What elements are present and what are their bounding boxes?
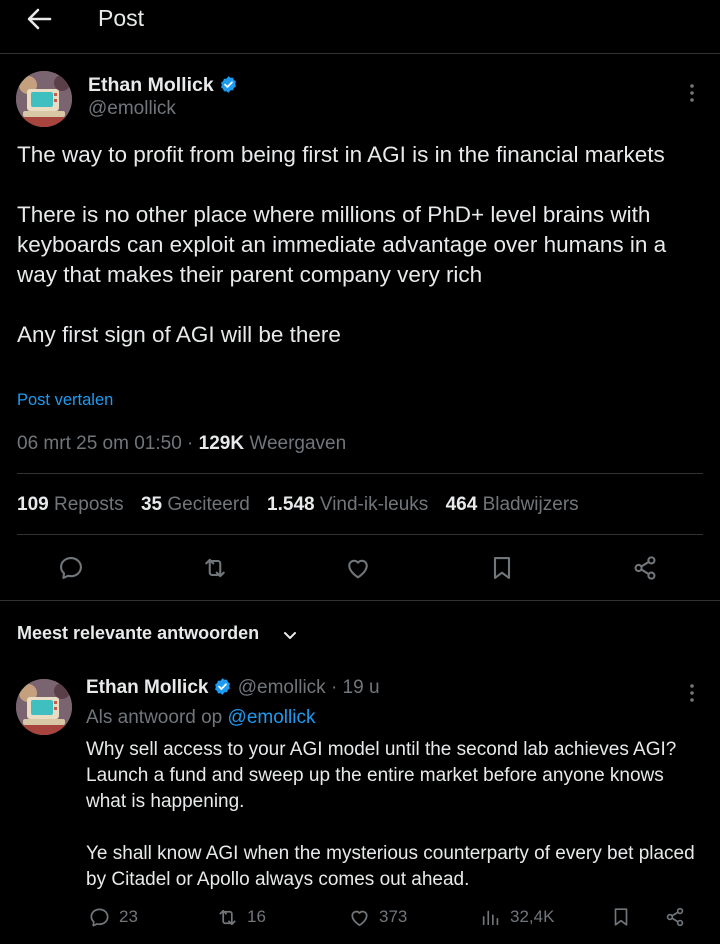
reply-author-name[interactable]: Ethan Mollick [86, 677, 208, 698]
translate-post-link[interactable]: Post vertalen [17, 391, 113, 410]
reply-action-bar: 23 16 373 32,4K [0, 902, 720, 932]
avatar[interactable] [16, 71, 72, 127]
reposts-count: 109 [17, 494, 49, 515]
divider [0, 600, 720, 601]
author-name-row: Ethan Mollick [88, 74, 238, 99]
reply-avatar[interactable] [16, 679, 72, 735]
reply-body: Why sell access to your AGI model until … [86, 737, 706, 919]
reply-paragraph: Ye shall know AGI when the mysterious co… [86, 843, 695, 890]
reply-icon[interactable] [57, 554, 85, 582]
page-title: Post [98, 5, 145, 31]
reply-header: Ethan Mollick @emollick · 19 u [86, 677, 380, 702]
reply-time[interactable]: · 19 u [331, 677, 380, 698]
meta-separator: · [187, 433, 194, 454]
reply-bookmark-button[interactable] [610, 902, 632, 932]
author-handle[interactable]: @emollick [88, 98, 176, 120]
quotes-stat[interactable]: 35 Geciteerd [141, 494, 250, 516]
bookmarks-count: 464 [445, 494, 478, 515]
more-options-icon[interactable] [686, 682, 698, 704]
more-options-icon[interactable] [686, 82, 698, 104]
bookmarks-label: Bladwijzers [482, 494, 579, 515]
post-paragraph: There is no other place where millions o… [17, 202, 667, 287]
reply-prefix: Als antwoord op [86, 707, 223, 728]
likes-count: 1.548 [267, 494, 315, 515]
reply-share-button[interactable] [664, 902, 686, 932]
share-icon [666, 907, 684, 927]
views-label: Weergaven [249, 433, 347, 454]
repost-icon [219, 909, 236, 925]
reply-repost-button[interactable]: 16 [216, 902, 266, 932]
bookmarks-stat[interactable]: 464 Bladwijzers [446, 494, 579, 516]
reply-reposts-count: 16 [247, 907, 266, 926]
divider [17, 534, 703, 535]
reply-icon [90, 907, 109, 927]
views-chart-icon [482, 910, 499, 926]
reply-likes-count: 373 [379, 907, 408, 926]
reply-replies-count: 23 [119, 907, 138, 926]
likes-stat[interactable]: 1.548 Vind-ik-leuks [267, 494, 428, 516]
reply-views-button[interactable]: 32,4K [480, 902, 554, 932]
likes-label: Vind-ik-leuks [319, 494, 429, 515]
post-action-bar [0, 548, 720, 588]
bookmark-icon [614, 908, 628, 926]
quotes-count: 35 [140, 494, 163, 515]
reposts-label: Reposts [53, 494, 124, 515]
top-bar: Post [0, 0, 720, 54]
reposts-stat[interactable]: 109 Reposts [17, 494, 124, 516]
back-arrow-icon[interactable] [24, 4, 54, 34]
share-icon[interactable] [631, 554, 659, 582]
repost-icon[interactable] [201, 554, 229, 582]
reply-context: Als antwoord op @emollick [86, 707, 315, 729]
reply-reply-button[interactable]: 23 [88, 902, 138, 932]
author-name[interactable]: Ethan Mollick [88, 74, 214, 96]
like-icon [351, 910, 368, 926]
reply-to-link[interactable]: @emollick [228, 707, 316, 728]
chevron-down-icon[interactable] [282, 627, 298, 648]
post-body: The way to profit from being first in AG… [17, 140, 707, 380]
like-icon[interactable] [344, 554, 372, 582]
post-meta: 06 mrt 25 om 01:50 · 129K Weergaven [17, 433, 346, 455]
reply-author-handle[interactable]: @emollick [238, 677, 326, 698]
post-timestamp[interactable]: 06 mrt 25 om 01:50 [17, 433, 182, 454]
quotes-label: Geciteerd [167, 494, 250, 515]
reply-views-count: 32,4K [510, 907, 555, 926]
reply-sort-dropdown[interactable]: Meest relevante antwoorden [17, 623, 259, 644]
divider [17, 473, 703, 474]
reply-paragraph: Why sell access to your AGI model until … [86, 739, 677, 812]
views-count: 129K [198, 433, 245, 454]
reply-like-button[interactable]: 373 [348, 902, 407, 932]
post-paragraph: The way to profit from being first in AG… [17, 142, 665, 167]
verified-badge-icon [213, 677, 232, 702]
bookmark-icon[interactable] [488, 554, 516, 582]
post-paragraph: Any first sign of AGI will be there [17, 322, 341, 347]
engagement-stats: 109 Reposts 35 Geciteerd 1.548 Vind-ik-l… [17, 494, 591, 516]
verified-badge-icon [219, 75, 238, 99]
